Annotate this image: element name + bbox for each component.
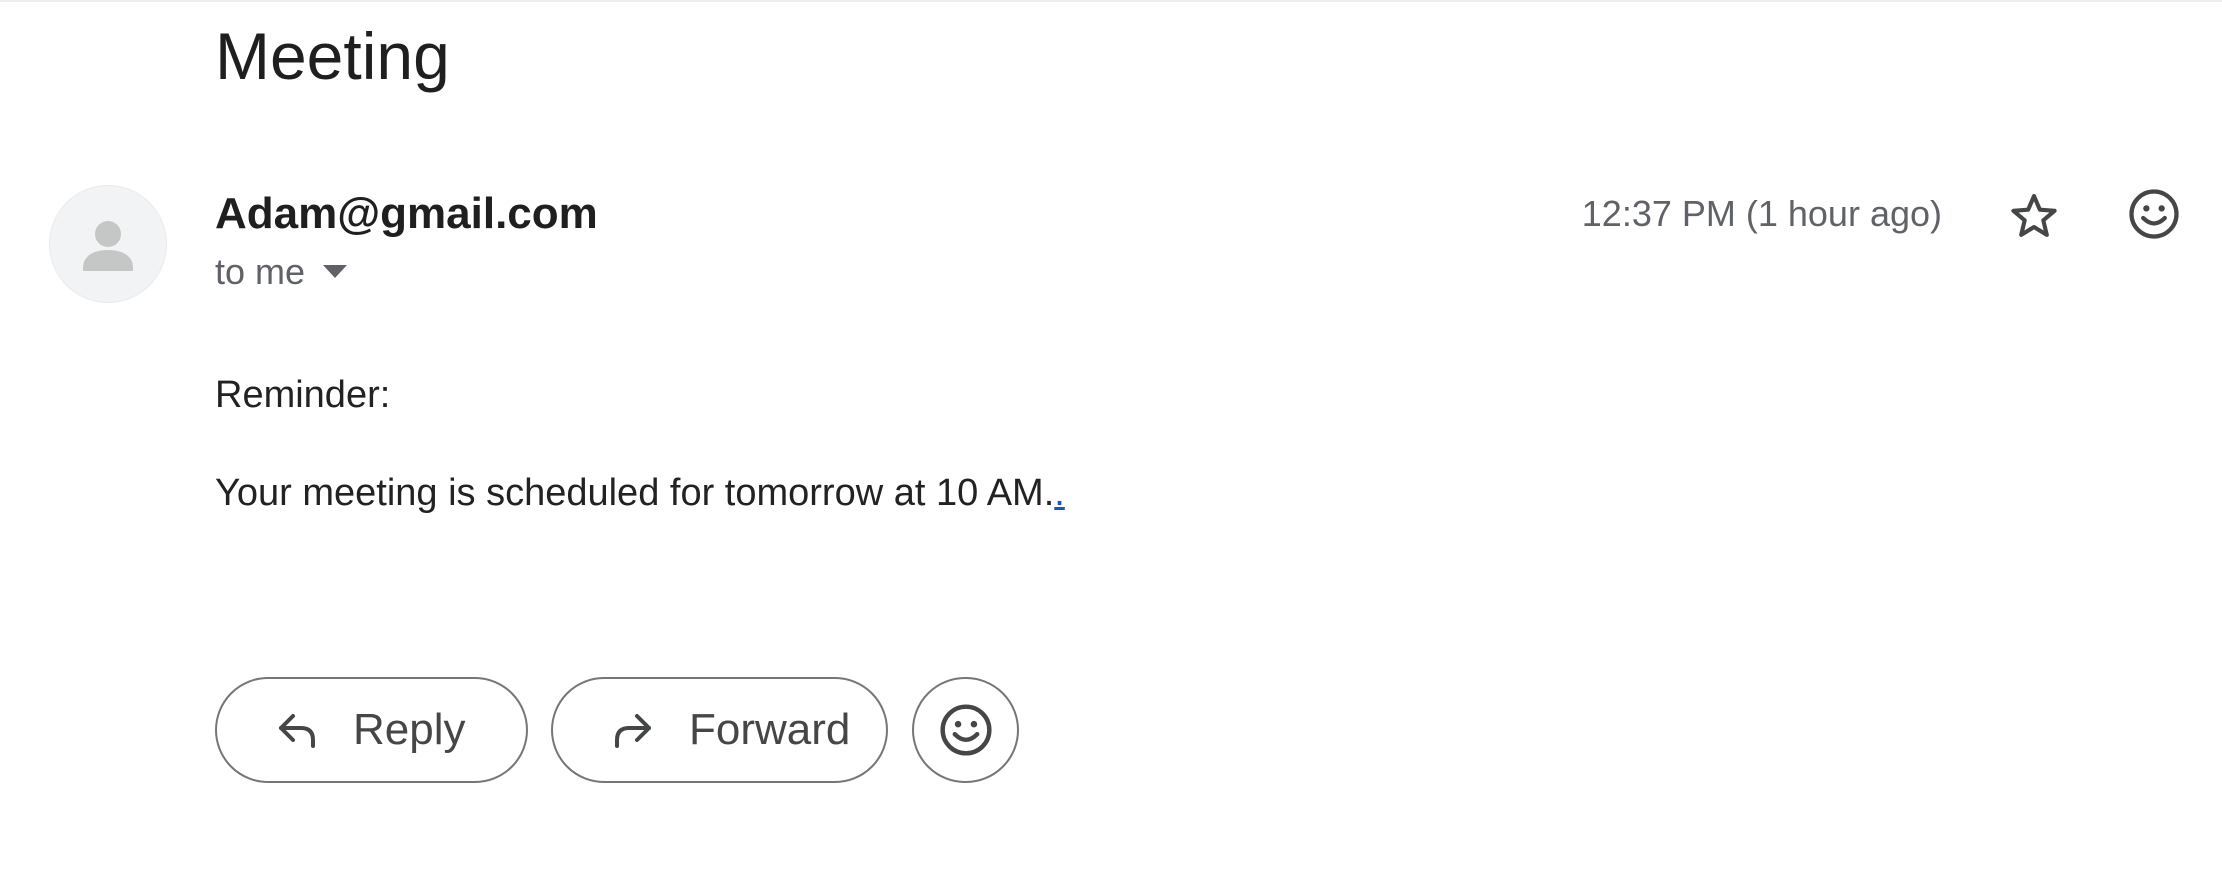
forward-button[interactable]: Forward [551,677,888,783]
sender-avatar[interactable] [49,185,167,303]
star-button[interactable] [2002,184,2066,248]
email-body-line: Your meeting is scheduled for tomorrow a… [215,470,1065,516]
forward-label: Forward [689,705,851,754]
reply-arrow-icon [273,706,321,754]
react-button[interactable] [912,677,1019,783]
top-divider [0,0,2222,2]
emoji-icon [939,704,992,756]
recipient-label: to me [215,251,306,292]
reply-label: Reply [353,705,466,754]
reply-button[interactable]: Reply [215,677,528,783]
add-reaction-button[interactable] [2122,182,2186,246]
email-body-text: Your meeting is scheduled for tomorrow a… [215,472,1055,514]
caret-down-icon [323,265,348,278]
trailing-link[interactable]: . [1054,472,1065,514]
star-icon [2011,194,2057,237]
email-subject: Meeting [215,19,450,93]
emoji-icon [2129,189,2179,239]
email-body-line: Reminder: [215,374,391,416]
person-icon [83,221,133,271]
sender-email[interactable]: Adam@gmail.com [215,188,598,240]
email-view: Meeting Adam@gmail.com to me 12:37 PM (1… [0,0,2222,888]
email-timestamp: 12:37 PM (1 hour ago) [1581,193,1942,234]
forward-arrow-icon [609,706,657,754]
recipient-details-toggle[interactable]: to me [215,250,348,294]
